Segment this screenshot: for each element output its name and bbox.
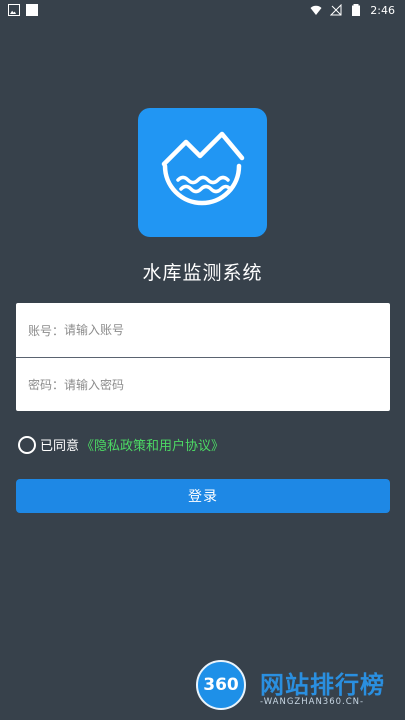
battery-icon	[352, 4, 361, 16]
wifi-icon	[310, 5, 322, 15]
watermark-logo: 360	[196, 660, 246, 710]
app-logo	[138, 108, 267, 237]
watermark-subtitle: -WANGZHAN360.CN-	[260, 697, 365, 707]
image-notification-icon	[8, 4, 20, 16]
login-button[interactable]: 登录	[16, 479, 390, 513]
agreement-row: 已同意 《隐私政策和用户协议》	[18, 435, 224, 454]
login-form: 账号： 密码：	[16, 303, 390, 411]
no-signal-icon	[330, 4, 342, 16]
app-notification-icon	[26, 4, 38, 16]
watermark-title: 网站排行榜	[260, 671, 385, 699]
account-label: 账号：	[28, 323, 65, 338]
app-title: 水库监测系统	[142, 262, 263, 284]
password-label: 密码：	[28, 378, 65, 392]
password-field: 密码：	[16, 357, 390, 411]
reservoir-logo-icon	[161, 131, 245, 206]
account-field: 账号：	[16, 303, 390, 357]
account-input[interactable]	[64, 323, 325, 337]
agreement-radio[interactable]	[18, 435, 36, 454]
status-bar-right: 2:46	[310, 4, 405, 17]
status-bar: 2:46	[0, 0, 405, 20]
password-input[interactable]	[64, 377, 325, 392]
agreement-text: 已同意	[40, 439, 80, 454]
watermark-number: 360	[203, 675, 239, 695]
status-time: 2:46	[370, 3, 395, 17]
status-bar-left	[0, 4, 38, 16]
watermark: 360 网站排行榜 -WANGZHAN360.CN-	[192, 655, 402, 715]
privacy-policy-link[interactable]: 《隐私政策和用户协议》	[81, 435, 224, 454]
